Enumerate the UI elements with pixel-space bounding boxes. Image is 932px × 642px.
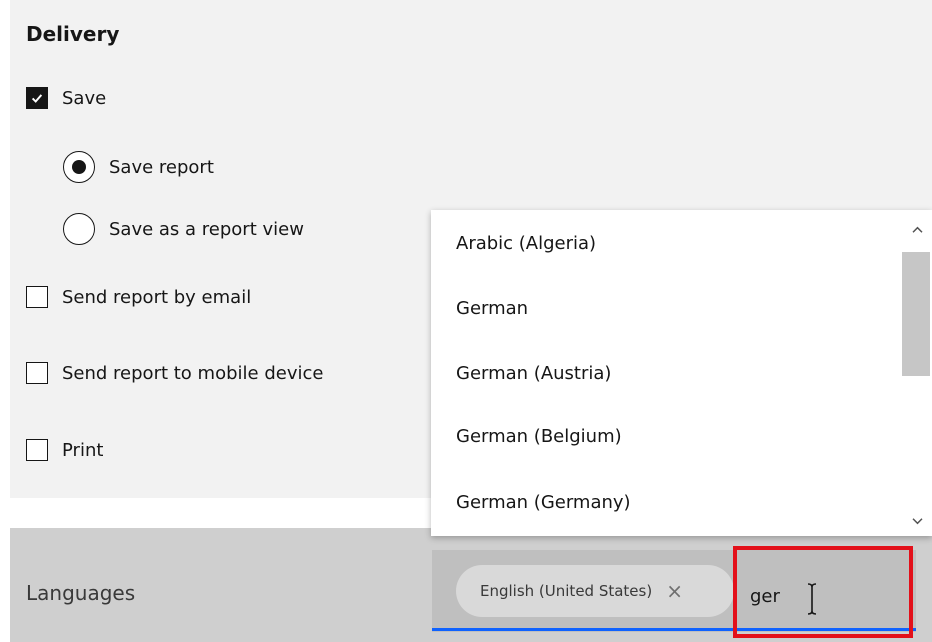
language-option[interactable]: German (Belgium) (456, 426, 622, 447)
search-input-highlight-box (733, 546, 913, 638)
radio-selected-dot (72, 160, 86, 174)
send-mobile-checkbox[interactable] (26, 362, 48, 384)
save-report-label: Save report (109, 156, 214, 178)
send-mobile-label: Send report to mobile device (62, 362, 324, 384)
print-checkbox[interactable] (26, 439, 48, 461)
save-checkbox-row[interactable]: Save (26, 87, 106, 109)
save-checkbox-label: Save (62, 87, 107, 109)
delivery-title: Delivery (26, 22, 120, 46)
send-email-label: Send report by email (62, 286, 252, 308)
save-checkbox[interactable] (26, 87, 48, 109)
languages-label: Languages (26, 581, 136, 605)
save-report-view-radio-row[interactable]: Save as a report view (63, 213, 304, 245)
language-option[interactable]: German (456, 298, 528, 319)
print-label: Print (62, 439, 104, 461)
save-report-view-radio[interactable] (63, 213, 95, 245)
print-checkbox-row[interactable]: Print (26, 439, 103, 461)
send-email-checkbox[interactable] (26, 286, 48, 308)
checkmark-icon (31, 94, 43, 103)
save-report-view-label: Save as a report view (109, 218, 304, 240)
send-mobile-checkbox-row[interactable]: Send report to mobile device (26, 362, 323, 384)
save-report-radio-row[interactable]: Save report (63, 151, 214, 183)
chevron-up-icon[interactable] (908, 222, 926, 236)
language-option[interactable]: German (Germany) (456, 492, 631, 513)
chevron-down-icon[interactable] (908, 514, 926, 528)
language-option[interactable]: German (Austria) (456, 363, 611, 384)
dropdown-scrollbar-thumb[interactable] (902, 252, 930, 376)
selected-language-tag-label: English (United States) (480, 582, 653, 600)
selected-language-tag: English (United States) × (456, 565, 734, 617)
language-options-dropdown[interactable]: Arabic (Algeria) German German (Austria)… (431, 210, 932, 536)
close-icon[interactable]: × (666, 581, 683, 601)
save-report-radio[interactable] (63, 151, 95, 183)
language-option[interactable]: Arabic (Algeria) (456, 233, 596, 254)
send-email-checkbox-row[interactable]: Send report by email (26, 286, 251, 308)
